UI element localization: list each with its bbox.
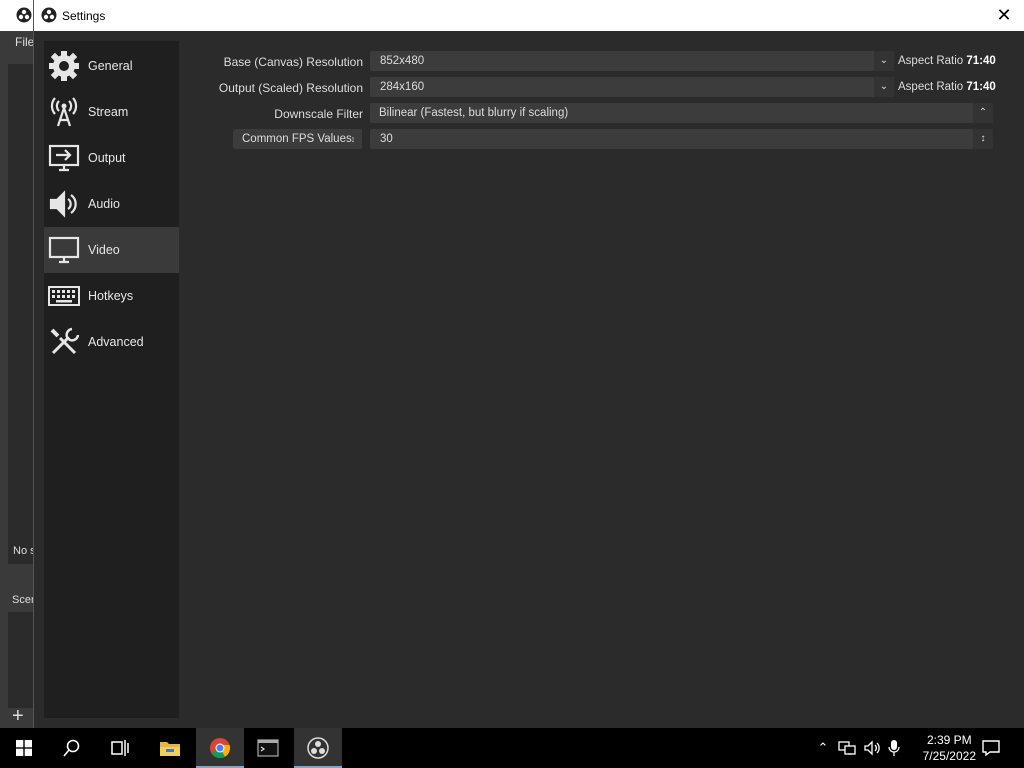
broadcast-antenna-icon bbox=[47, 95, 81, 129]
speaker-icon bbox=[47, 187, 81, 221]
output-resolution-label: Output (Scaled) Resolution bbox=[218, 81, 363, 95]
obs-taskbar-button[interactable] bbox=[294, 728, 342, 768]
terminal-icon bbox=[257, 739, 279, 757]
sidebar-item-label: Output bbox=[88, 151, 126, 165]
tools-icon bbox=[47, 325, 81, 359]
notifications-button[interactable] bbox=[968, 728, 1014, 768]
chevron-up-icon[interactable]: ⌃ bbox=[814, 740, 832, 756]
aspect-ratio-prefix: Aspect Ratio bbox=[898, 81, 964, 93]
output-monitor-icon bbox=[47, 141, 81, 175]
chevron-down-icon[interactable]: ⌄ bbox=[874, 51, 894, 71]
downscale-filter-value: Bilinear (Fastest, but blurry if scaling… bbox=[379, 107, 569, 119]
task-view-button[interactable] bbox=[96, 728, 144, 768]
fps-type-select[interactable]: Common FPS Values ↕ bbox=[233, 129, 362, 149]
dialog-titlebar: Settings ✕ bbox=[34, 0, 1024, 31]
aspect-ratio-prefix: Aspect Ratio bbox=[898, 55, 964, 67]
obs-icon bbox=[307, 737, 329, 759]
sidebar-item-label: Audio bbox=[88, 197, 120, 211]
sidebar-item-output[interactable]: Output bbox=[44, 135, 179, 181]
scenes-label: Scer bbox=[12, 594, 35, 606]
gear-icon bbox=[47, 49, 81, 83]
aspect-ratio-value: 71:40 bbox=[966, 81, 996, 93]
sidebar-item-audio[interactable]: Audio bbox=[44, 181, 179, 227]
search-icon bbox=[63, 739, 80, 757]
obs-icon bbox=[16, 7, 32, 23]
windows-start-icon bbox=[16, 740, 32, 756]
notification-icon bbox=[982, 740, 1000, 757]
output-resolution-combobox[interactable]: 284x160 ⌄ bbox=[370, 77, 894, 97]
menu-file[interactable]: File bbox=[15, 35, 34, 49]
updown-arrows-icon: ⌃ bbox=[973, 103, 993, 123]
updown-arrows-icon: ↕ bbox=[973, 129, 993, 149]
output-aspect-ratio: Aspect Ratio 71:40 bbox=[898, 81, 996, 93]
microphone-icon[interactable] bbox=[888, 739, 900, 757]
close-button[interactable]: ✕ bbox=[993, 4, 1015, 26]
downscale-filter-label: Downscale Filter bbox=[274, 107, 363, 121]
windows-taskbar: ⌃ 2:39 PM 7/25/2022 bbox=[0, 728, 1024, 768]
settings-sidebar: General Stream Output Audio Video Hotkey… bbox=[44, 41, 179, 718]
system-tray: ⌃ bbox=[814, 728, 900, 768]
file-explorer-button[interactable] bbox=[146, 728, 194, 768]
fps-value-select[interactable]: 30 ↕ bbox=[370, 129, 993, 149]
add-scene-button[interactable]: + bbox=[12, 706, 24, 726]
start-button[interactable] bbox=[0, 728, 48, 768]
base-aspect-ratio: Aspect Ratio 71:40 bbox=[898, 55, 996, 67]
sidebar-item-video[interactable]: Video bbox=[44, 227, 179, 273]
obs-icon bbox=[41, 7, 57, 23]
sidebar-item-stream[interactable]: Stream bbox=[44, 89, 179, 135]
aspect-ratio-value: 71:40 bbox=[966, 55, 996, 67]
keyboard-icon bbox=[47, 279, 81, 313]
terminal-button[interactable] bbox=[244, 728, 292, 768]
downscale-filter-select[interactable]: Bilinear (Fastest, but blurry if scaling… bbox=[370, 103, 993, 123]
sidebar-item-label: Video bbox=[88, 243, 120, 257]
sidebar-item-label: Stream bbox=[88, 105, 129, 119]
sidebar-item-advanced[interactable]: Advanced bbox=[44, 319, 179, 365]
monitor-icon bbox=[47, 233, 81, 267]
dialog-title: Settings bbox=[62, 9, 106, 23]
chrome-icon bbox=[210, 738, 231, 759]
sidebar-item-label: General bbox=[88, 59, 133, 73]
fps-type-value: Common FPS Values bbox=[242, 133, 352, 145]
fps-value: 30 bbox=[380, 133, 393, 145]
task-view-icon bbox=[111, 740, 129, 756]
search-button[interactable] bbox=[48, 728, 96, 768]
sidebar-item-hotkeys[interactable]: Hotkeys bbox=[44, 273, 179, 319]
base-resolution-combobox[interactable]: 852x480 ⌄ bbox=[370, 51, 894, 71]
output-resolution-value: 284x160 bbox=[380, 81, 425, 93]
network-icon[interactable] bbox=[838, 740, 856, 756]
file-explorer-icon bbox=[160, 742, 180, 756]
base-resolution-value: 852x480 bbox=[380, 55, 425, 67]
sidebar-item-label: Hotkeys bbox=[88, 289, 134, 303]
updown-arrows-icon: ↕ bbox=[350, 134, 356, 144]
sidebar-item-label: Advanced bbox=[88, 335, 144, 349]
chevron-down-icon[interactable]: ⌄ bbox=[874, 77, 894, 97]
volume-icon[interactable] bbox=[864, 740, 882, 756]
base-resolution-label: Base (Canvas) Resolution bbox=[223, 55, 363, 69]
settings-dialog: Settings ✕ General Stream Output Audio V… bbox=[33, 0, 1024, 728]
chrome-button[interactable] bbox=[196, 728, 244, 768]
sidebar-item-general[interactable]: General bbox=[44, 43, 179, 89]
